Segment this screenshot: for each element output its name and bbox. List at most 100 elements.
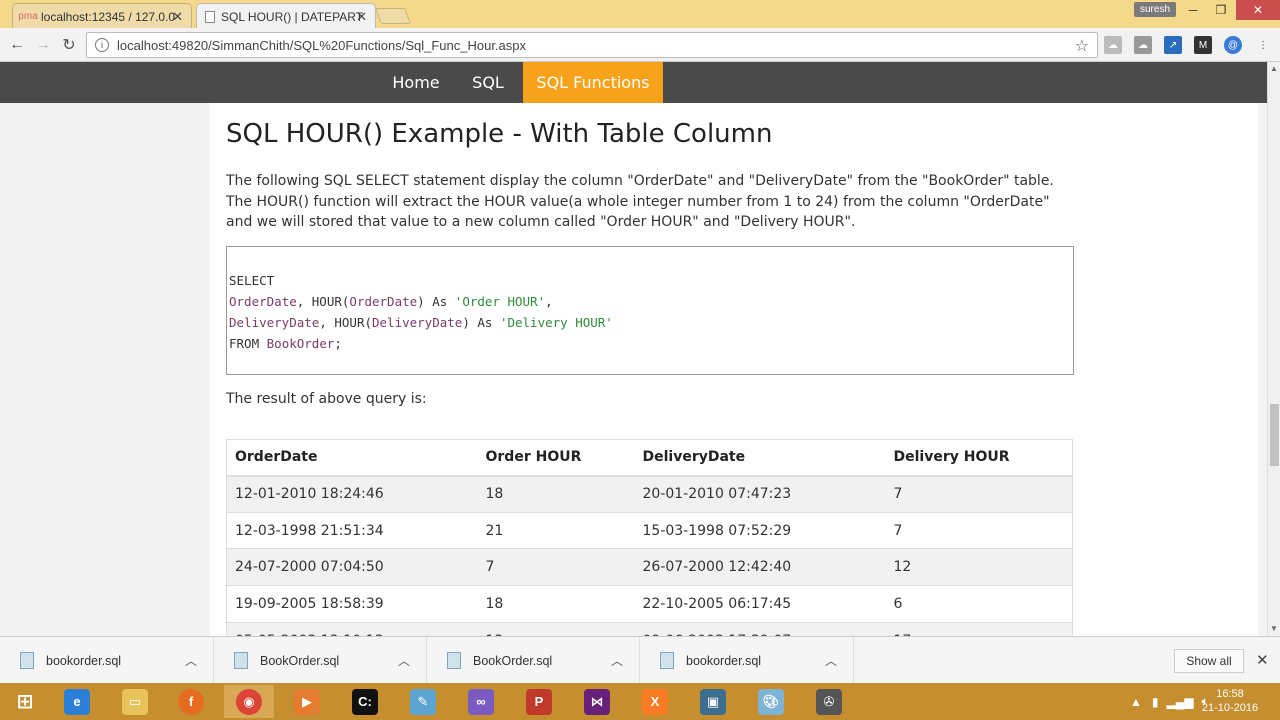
download-filename: BookOrder.sql: [473, 653, 553, 668]
address-bar[interactable]: i localhost:49820/SimmanChith/SQL%20Func…: [86, 32, 1098, 58]
table-cell: 19-09-2005 18:58:39: [226, 585, 478, 623]
scroll-down-icon[interactable]: ▼: [1270, 624, 1278, 633]
scroll-up-icon[interactable]: ▲: [1270, 64, 1278, 73]
scrollbar-thumb[interactable]: [1270, 404, 1279, 466]
file-icon: [20, 652, 34, 669]
taskbar-xampp[interactable]: X: [630, 685, 680, 718]
cmd-icon: C:: [352, 688, 378, 715]
description-line: and we will stored that value to a new c…: [226, 214, 856, 230]
table-cell: 15-03-1998 07:52:29: [634, 511, 886, 549]
info-icon[interactable]: i: [95, 38, 109, 52]
minimize-icon[interactable]: ─: [1178, 0, 1208, 20]
app-window-icon: ▣: [700, 688, 726, 715]
table-row: 12-01-2010 18:24:46 18 20-01-2010 07:47:…: [226, 475, 1073, 513]
url-text: localhost:49820/SimmanChith/SQL%20Functi…: [117, 37, 527, 53]
chevron-up-icon[interactable]: ︿: [611, 652, 623, 669]
result-caption: The result of above query is:: [226, 391, 427, 407]
close-tab-icon[interactable]: ✕: [172, 9, 183, 25]
download-filename: BookOrder.sql: [260, 653, 340, 668]
new-tab-button[interactable]: [375, 8, 411, 24]
chrome-icon: ◉: [236, 688, 262, 715]
start-button[interactable]: ⊞: [0, 685, 50, 718]
code-line: SELECT: [229, 273, 275, 288]
download-filename: bookorder.sql: [46, 653, 122, 668]
table-cell: 05-05-2003 13:10:13: [226, 621, 478, 636]
table-cell: 6: [885, 585, 1073, 623]
page-icon: [205, 10, 215, 23]
table-cell: 12-03-1998 21:51:34: [226, 511, 478, 549]
media-player-icon: ▶: [294, 688, 320, 715]
taskbar-cmd[interactable]: C:: [340, 685, 390, 718]
browser-tab-sql-hour[interactable]: SQL HOUR() | DATEPART ✕: [196, 3, 376, 29]
taskbar-chrome[interactable]: ◉: [224, 685, 274, 718]
download-item[interactable]: BookOrder.sql ︿: [214, 637, 427, 684]
show-hidden-icons[interactable]: ▲: [1130, 695, 1142, 709]
browser-tab-phpmyadmin[interactable]: pma localhost:12345 / 127.0.0 ✕: [12, 3, 192, 29]
network-icon[interactable]: ▂▄▆: [1167, 695, 1194, 709]
description-line: The following SQL SELECT statement displ…: [226, 173, 1054, 189]
close-downloads-icon[interactable]: ✕: [1256, 651, 1269, 669]
extension-cloud-icon[interactable]: ☁: [1104, 36, 1122, 54]
reload-icon[interactable]: ↻: [58, 34, 80, 56]
taskbar-ie[interactable]: e: [52, 685, 102, 718]
menu-icon[interactable]: ⋮: [1254, 36, 1272, 54]
powerpoint-icon: P: [526, 688, 552, 715]
taskbar-visual-studio[interactable]: ⋈: [572, 685, 622, 718]
table-header-row: OrderDate Order HOUR DeliveryDate Delive…: [226, 439, 1073, 477]
close-window-icon[interactable]: ✕: [1236, 0, 1280, 20]
nav-sql[interactable]: SQL: [458, 62, 518, 103]
page-scrollbar[interactable]: ▲ ▼: [1267, 62, 1280, 636]
close-tab-icon[interactable]: ✕: [356, 9, 367, 25]
chevron-up-icon[interactable]: ︿: [185, 652, 197, 669]
chevron-up-icon[interactable]: ︿: [825, 652, 837, 669]
forward-icon[interactable]: →: [32, 34, 54, 56]
result-table: OrderDate Order HOUR DeliveryDate Delive…: [226, 439, 1073, 636]
table-cell: 20-01-2010 07:47:23: [634, 475, 886, 513]
back-icon[interactable]: ←: [6, 34, 28, 56]
code-line: OrderDate, HOUR(OrderDate) As 'Order HOU…: [229, 294, 553, 309]
nav-sql-functions[interactable]: SQL Functions: [523, 62, 663, 103]
download-item[interactable]: bookorder.sql ︿: [640, 637, 854, 684]
profile-badge[interactable]: suresh: [1134, 2, 1177, 17]
taskbar-paint[interactable]: 🎨︎: [746, 685, 796, 718]
ie-icon: e: [64, 688, 90, 715]
table-cell: 09-06-2003 17:39:07: [634, 621, 886, 636]
table-cell: 18: [477, 475, 635, 513]
content-area: SQL HOUR() Example - With Table Column T…: [210, 103, 1258, 636]
battery-icon[interactable]: ▮: [1152, 695, 1159, 709]
column-header: Order HOUR: [477, 439, 635, 477]
bookmark-star-icon[interactable]: ☆: [1075, 36, 1089, 56]
system-clock[interactable]: 16:58 21-10-2016: [1200, 687, 1260, 715]
taskbar-notepad[interactable]: ✎: [398, 685, 448, 718]
show-all-button[interactable]: Show all: [1174, 649, 1244, 673]
taskbar-firefox[interactable]: f: [166, 685, 216, 718]
taskbar-video-tool[interactable]: ✇: [804, 685, 854, 718]
description-line: The HOUR() function will extract the HOU…: [226, 193, 1050, 210]
downloads-bar: bookorder.sql ︿ BookOrder.sql ︿ BookOrde…: [0, 636, 1280, 684]
extension-chart-icon[interactable]: ↗: [1164, 36, 1182, 54]
extension-cloud2-icon[interactable]: ☁: [1134, 36, 1152, 54]
download-item[interactable]: bookorder.sql ︿: [0, 637, 214, 684]
tab-title: SQL HOUR() | DATEPART: [221, 9, 364, 24]
table-cell: 21: [477, 511, 635, 549]
restore-icon[interactable]: ❐: [1206, 0, 1236, 20]
table-cell: 13: [477, 621, 635, 636]
file-icon: [660, 652, 674, 669]
download-item[interactable]: BookOrder.sql ︿: [427, 637, 640, 684]
chevron-up-icon[interactable]: ︿: [398, 652, 410, 669]
browser-tab-strip: pma localhost:12345 / 127.0.0 ✕ SQL HOUR…: [0, 0, 1280, 29]
table-row: 05-05-2003 13:10:13 13 09-06-2003 17:39:…: [226, 621, 1073, 636]
extension-at-icon[interactable]: @: [1224, 36, 1242, 54]
table-cell: 12: [885, 548, 1073, 586]
taskbar-powerpoint[interactable]: P: [514, 685, 564, 718]
clock-date: 21-10-2016: [1201, 702, 1259, 714]
taskbar-infinity[interactable]: ∞: [456, 685, 506, 718]
site-nav: Home SQL SQL Functions: [0, 62, 1267, 103]
taskbar-explorer[interactable]: ▭: [110, 685, 160, 718]
extension-gmail-icon[interactable]: M: [1194, 36, 1212, 54]
taskbar-media[interactable]: ▶: [282, 685, 332, 718]
nav-home[interactable]: Home: [382, 62, 450, 103]
browser-toolbar: ← → ↻ i localhost:49820/SimmanChith/SQL%…: [0, 28, 1280, 62]
taskbar-app-window[interactable]: ▣: [688, 685, 738, 718]
file-icon: [234, 652, 248, 669]
